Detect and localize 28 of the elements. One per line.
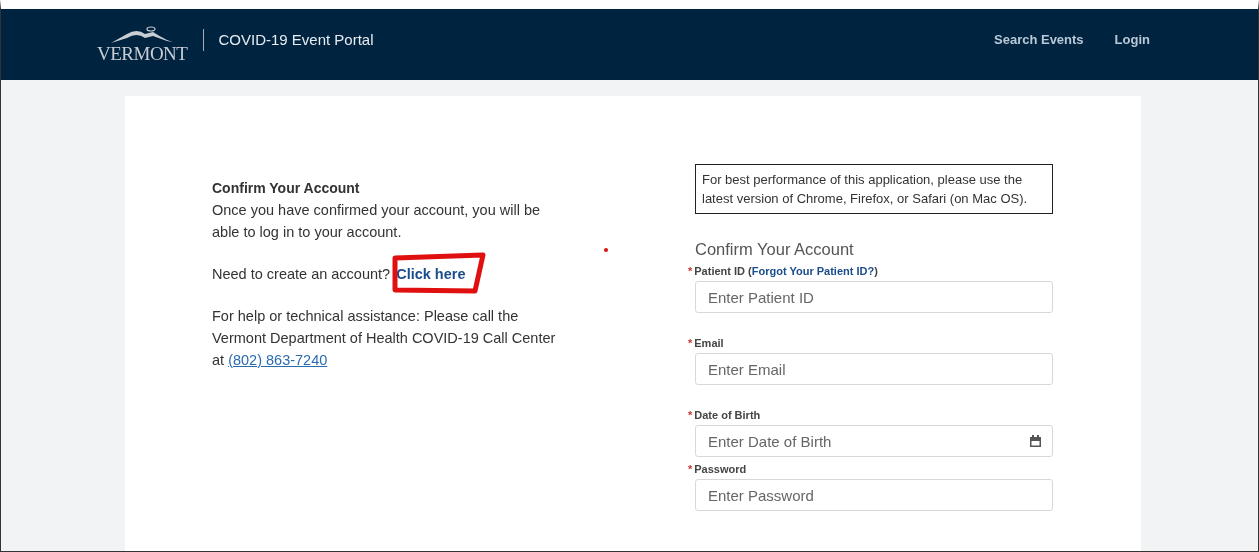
create-prompt: Need to create an account? [212, 265, 391, 284]
section-heading: Confirm Your Account [212, 179, 361, 198]
required-asterisk: * [688, 265, 693, 277]
help-text: For help or technical assistance: Please call the Vermont Department of Health COVID-19 Call Center at (802) 863-7240 [212, 307, 557, 370]
nav-link[interactable]: Login [1114, 32, 1150, 47]
paren: ) [874, 265, 878, 277]
label-text: Date of Birth [694, 409, 761, 421]
input-field[interactable]: Enter Email [695, 353, 1053, 385]
required-asterisk: * [688, 409, 693, 421]
form-title: Confirm Your Account [695, 240, 855, 259]
logo-text: VERMONT [97, 44, 188, 63]
forgot-id-link[interactable]: Forgot Your Patient ID? [751, 265, 875, 277]
portal-title: COVID-19 Event Portal [218, 31, 374, 48]
phone-link[interactable]: (802) 863-7240 [228, 352, 328, 368]
required-asterisk: * [688, 463, 693, 475]
browser-notice: For best performance of this application, please use the latest version of Chrome, Firefox, or Safari (on Mac OS). [695, 164, 1053, 214]
label-text: Email [694, 337, 724, 349]
label-text: Password [694, 463, 747, 475]
label-text: Patient ID [694, 265, 745, 277]
dot-mark [604, 248, 608, 252]
input-field[interactable]: Enter Patient ID [695, 281, 1053, 313]
confirm-text: Once you have confirmed your account, you will be able to log in to your account. [212, 201, 542, 242]
required-asterisk: * [688, 337, 693, 349]
paren: ( [748, 265, 752, 277]
calendar-icon [1030, 435, 1041, 447]
input-field[interactable]: Enter Password [695, 479, 1053, 511]
input-field[interactable]: Enter Date of Birth [695, 425, 1053, 457]
nav-link[interactable]: Search Events [994, 32, 1084, 47]
